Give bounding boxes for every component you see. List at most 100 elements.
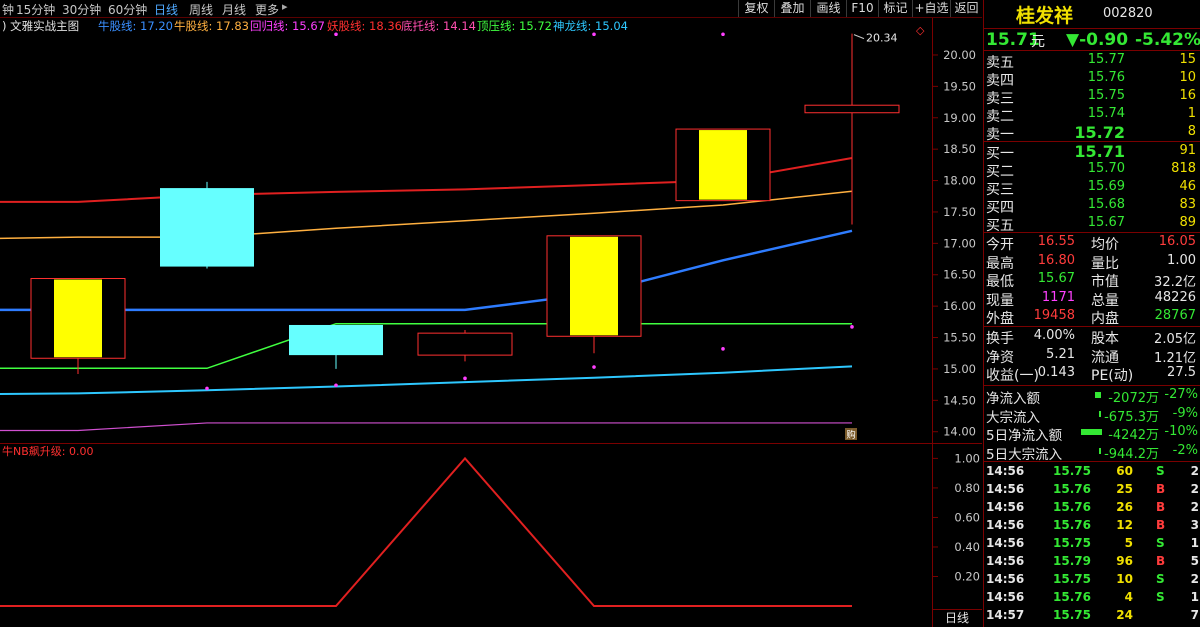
toolbar-button-2[interactable]: 画线 xyxy=(810,0,846,17)
stat-row: 收益(一) 0.143 PE(动) 27.5 xyxy=(984,365,1200,384)
signal-dot xyxy=(334,32,338,37)
period-tab-0[interactable]: 钟 xyxy=(2,1,14,18)
stat-value: 1171 xyxy=(1041,289,1075,305)
indicator-chart[interactable]: 0.20 0.40 0.60 0.80 1.00 牛NB飙升级: 0.00 日线 xyxy=(0,443,982,627)
y-tick-label: 0.20 xyxy=(954,570,980,584)
candle-3[interactable] xyxy=(417,330,513,362)
candle-body xyxy=(417,332,513,356)
period-tab-2[interactable]: 30分钟 xyxy=(62,1,101,18)
tick-volume: 12 xyxy=(1116,518,1133,532)
level-volume: 46 xyxy=(1179,179,1196,194)
stat-label: 市值 xyxy=(1091,274,1119,290)
level-label: 卖二 xyxy=(986,109,1014,125)
tick-count: 1 xyxy=(1190,590,1199,604)
y-tick-label: 15.00 xyxy=(943,362,976,376)
y-tick-label: 19.50 xyxy=(943,79,976,93)
signal-dot xyxy=(334,383,338,388)
level-price: 15.67 xyxy=(1087,215,1125,230)
tick-price: 15.76 xyxy=(1053,482,1091,496)
diamond-icon[interactable]: ◇ xyxy=(916,24,925,37)
tick-time: 14:56 xyxy=(986,590,1025,604)
y-tick-label: 15.50 xyxy=(943,331,976,345)
level-label: 卖四 xyxy=(986,73,1014,89)
tick-row[interactable]: 14:56 15.76 12 B 3 xyxy=(984,518,1200,535)
legend-item-3: 回归线: 15.67 xyxy=(250,19,325,33)
stat-row: 今开 16.55 均价 16.05 xyxy=(984,234,1200,253)
price-change-pct: -5.42% xyxy=(1135,30,1200,50)
legend-item-5: 底托线: 14.14 xyxy=(401,19,476,33)
flow-bar xyxy=(1095,392,1101,398)
price-unit: 元 xyxy=(1031,34,1045,50)
candle-1[interactable] xyxy=(160,181,254,269)
tick-row[interactable]: 14:56 15.75 5 S 1 xyxy=(984,536,1200,553)
tick-volume: 10 xyxy=(1116,572,1133,586)
tick-count: 7 xyxy=(1190,608,1199,622)
flow-value: -4242万 xyxy=(1108,428,1159,443)
candlestick-chart[interactable]: 14.00 14.50 15.00 15.50 16.00 16.50 17.00 17.50… xyxy=(0,18,982,443)
level-volume: 15 xyxy=(1179,52,1196,67)
stat-value: 5.21 xyxy=(1046,346,1075,362)
y-tick-label: 18.50 xyxy=(943,142,976,156)
tick-row[interactable]: 14:56 15.75 60 S 2 xyxy=(984,464,1200,481)
flow-value: -2072万 xyxy=(1108,391,1159,406)
stat-label: 流通 xyxy=(1091,349,1119,366)
signal-dot xyxy=(205,386,209,391)
tick-side: S xyxy=(1156,464,1165,478)
period-tab-7[interactable]: 更多 xyxy=(255,1,279,18)
toolbar-button-4[interactable]: 标记 xyxy=(878,0,912,17)
divider xyxy=(984,385,1200,386)
tick-row[interactable]: 14:56 15.76 26 B 2 xyxy=(984,500,1200,517)
level-label: 卖五 xyxy=(986,55,1014,71)
bid-row: 买二 15.70 818 xyxy=(984,161,1200,180)
candle-6[interactable] xyxy=(804,33,900,225)
toolbar-button-1[interactable]: 叠加 xyxy=(774,0,810,17)
candle-0[interactable] xyxy=(30,278,126,374)
level-label: 买一 xyxy=(986,146,1014,162)
legend-item-4: 妖股线: 18.36 xyxy=(327,19,402,33)
tick-row[interactable]: 14:56 15.76 4 S 1 xyxy=(984,590,1200,607)
period-tab-6[interactable]: 月线 xyxy=(222,1,246,18)
period-tab-1[interactable]: 15分钟 xyxy=(16,1,55,18)
y-tick-label: 18.00 xyxy=(943,174,976,188)
ask-row: 卖三 15.75 16 xyxy=(984,88,1200,107)
tick-row[interactable]: 14:57 15.75 24 7 xyxy=(984,608,1200,625)
legend-item-1: 牛股线: 17.20 xyxy=(98,19,173,33)
period-tab-5[interactable]: 周线 xyxy=(189,1,213,18)
level-volume: 16 xyxy=(1179,88,1196,103)
level-volume: 1 xyxy=(1187,106,1196,121)
level-price: 15.68 xyxy=(1087,197,1125,212)
signal-dot xyxy=(592,32,596,37)
y-tick-label: 19.00 xyxy=(943,111,976,125)
tick-row[interactable]: 14:56 15.76 25 B 2 xyxy=(984,482,1200,499)
toolbar-button-3[interactable]: F10 xyxy=(846,0,878,17)
period-tab-3[interactable]: 60分钟 xyxy=(108,1,147,18)
tick-time: 14:56 xyxy=(986,536,1025,550)
level-label: 买四 xyxy=(986,200,1014,216)
stat-row: 换手 4.00% 股本 2.05亿 xyxy=(984,328,1200,347)
y-tick-label: 0.40 xyxy=(954,540,980,554)
stat-label: 收益(一) xyxy=(986,368,1039,384)
stat-value: 1.00 xyxy=(1167,252,1196,268)
stat-value: 27.5 xyxy=(1167,365,1196,380)
tick-count: 1 xyxy=(1190,536,1199,550)
toolbar-button-6[interactable]: 返回 xyxy=(950,0,982,17)
tick-row[interactable]: 14:56 15.75 10 S 2 xyxy=(984,572,1200,589)
stat-value: 4.00% xyxy=(1033,328,1075,343)
y-tick-label: 20.00 xyxy=(943,48,976,62)
stat-label: 量比 xyxy=(1091,255,1119,272)
period-tab-4[interactable]: 日线 xyxy=(154,1,178,18)
stat-label: 今开 xyxy=(986,237,1014,253)
tick-price: 15.76 xyxy=(1053,518,1091,532)
tick-row[interactable]: 14:56 15.79 96 B 5 xyxy=(984,554,1200,571)
candle-2[interactable] xyxy=(289,324,383,369)
candle-5[interactable] xyxy=(675,128,771,202)
tick-count: 2 xyxy=(1190,464,1199,478)
indicator-series-line xyxy=(0,456,852,608)
toolbar-button-0[interactable]: 复权 xyxy=(738,0,774,17)
tick-count: 2 xyxy=(1190,500,1199,514)
candle-4[interactable] xyxy=(546,235,642,354)
toolbar-button-5[interactable]: +自选 xyxy=(912,0,950,17)
signal-dot xyxy=(850,325,854,329)
more-arrow-icon[interactable]: ▸ xyxy=(282,0,288,13)
signal-dot xyxy=(592,365,596,369)
